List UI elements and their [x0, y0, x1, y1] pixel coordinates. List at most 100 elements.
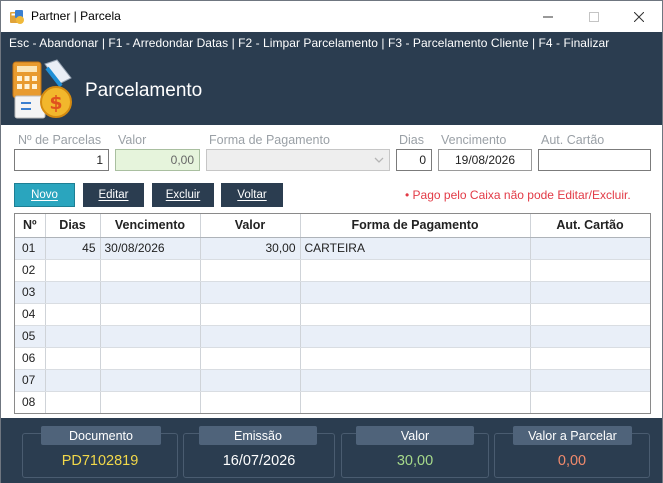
dias-value: 0 — [419, 153, 426, 167]
table-row[interactable]: 01 45 30/08/2026 30,00 CARTEIRA — [15, 237, 650, 260]
cell-vencimento — [100, 325, 201, 348]
chevron-down-icon — [374, 157, 384, 163]
screen-title: Parcelamento — [85, 80, 203, 101]
table-row[interactable]: 02 — [15, 259, 650, 282]
cell-vencimento: 30/08/2026 — [100, 237, 201, 260]
cell-numero: 08 — [15, 391, 46, 413]
column-header-aut-cartao[interactable]: Aut. Cartão — [530, 214, 650, 238]
cell-vencimento — [100, 259, 201, 282]
cell-dias — [45, 281, 101, 304]
cell-vencimento — [100, 281, 201, 304]
cell-aut-cartao — [530, 259, 650, 282]
emissao-value: 16/07/2026 — [222, 453, 296, 469]
voltar-button[interactable]: Voltar — [221, 183, 283, 207]
cell-vencimento — [100, 347, 201, 370]
table-row[interactable]: 04 — [15, 303, 650, 326]
cell-forma-pagamento: CARTEIRA — [300, 237, 531, 260]
column-header-vencimento[interactable]: Vencimento — [100, 214, 201, 238]
column-header-valor[interactable]: Valor — [200, 214, 301, 238]
dias-label: Dias — [399, 133, 425, 147]
vencimento-input[interactable]: 19/08/2026 — [438, 149, 532, 171]
dias-input[interactable]: 0 — [396, 149, 432, 171]
valor-total-value: 30,00 — [396, 453, 434, 469]
cell-numero: 03 — [15, 281, 46, 304]
cell-aut-cartao — [530, 237, 650, 260]
table-row[interactable]: 08 — [15, 391, 650, 413]
cell-vencimento — [100, 391, 201, 413]
column-header-forma-pagamento[interactable]: Forma de Pagamento — [300, 214, 531, 238]
documento-label: Documento — [41, 426, 161, 445]
aut-cartao-input[interactable] — [538, 149, 651, 171]
cell-vencimento — [100, 369, 201, 392]
cell-valor: 30,00 — [200, 237, 301, 260]
cell-numero: 07 — [15, 369, 46, 392]
valor-label: Valor — [118, 133, 147, 147]
title-bar: Partner | Parcela — [1, 1, 662, 32]
cell-forma-pagamento — [300, 303, 531, 326]
maximize-icon — [589, 11, 599, 22]
cell-aut-cartao — [530, 369, 650, 392]
maximize-button[interactable] — [571, 1, 617, 32]
valor-parcelar-value: 0,00 — [557, 453, 587, 469]
table-row[interactable]: 05 — [15, 325, 650, 348]
window-title: Partner | Parcela — [31, 9, 121, 23]
cell-dias — [45, 369, 101, 392]
cell-valor — [200, 303, 301, 326]
header-panel: Esc - Abandonar | F1 - Arredondar Datas … — [1, 32, 662, 125]
cell-forma-pagamento — [300, 369, 531, 392]
minimize-button[interactable] — [525, 1, 571, 32]
editar-button[interactable]: Editar — [83, 183, 144, 207]
novo-button[interactable]: Novo — [14, 183, 75, 207]
cell-valor — [200, 347, 301, 370]
cell-forma-pagamento — [300, 281, 531, 304]
cell-numero: 05 — [15, 325, 46, 348]
calculator-money-icon: $ — [12, 59, 72, 119]
shortcut-bar: Esc - Abandonar | F1 - Arredondar Datas … — [9, 36, 610, 50]
cell-dias — [45, 325, 101, 348]
cell-aut-cartao — [530, 391, 650, 413]
cell-dias — [45, 303, 101, 326]
parcelas-grid[interactable]: Nº Dias Vencimento Valor Forma de Pagame… — [14, 213, 651, 414]
cell-aut-cartao — [530, 325, 650, 348]
aut-cartao-label: Aut. Cartão — [541, 133, 605, 147]
emissao-label: Emissão — [199, 426, 317, 445]
table-row[interactable]: 06 — [15, 347, 650, 370]
cell-valor — [200, 369, 301, 392]
cell-aut-cartao — [530, 303, 650, 326]
forma-pagamento-select[interactable] — [206, 149, 390, 171]
column-header-numero[interactable]: Nº — [15, 214, 46, 238]
svg-text:$: $ — [49, 92, 62, 114]
excluir-button[interactable]: Excluir — [152, 183, 214, 207]
valor-parcelar-label: Valor a Parcelar — [513, 426, 632, 445]
cell-dias: 45 — [45, 237, 101, 260]
close-button[interactable] — [616, 1, 662, 32]
cell-numero: 01 — [15, 237, 46, 260]
cell-valor — [200, 259, 301, 282]
vencimento-label: Vencimento — [441, 133, 507, 147]
table-row[interactable]: 03 — [15, 281, 650, 304]
parcela-window: Partner | Parcela Esc - Abandonar | F1 -… — [0, 0, 663, 483]
parcelas-value: 1 — [96, 153, 103, 167]
cell-dias — [45, 259, 101, 282]
cell-forma-pagamento — [300, 391, 531, 413]
cell-aut-cartao — [530, 347, 650, 370]
valor-input[interactable]: 0,00 — [115, 149, 200, 171]
app-icon — [10, 10, 24, 24]
cell-forma-pagamento — [300, 259, 531, 282]
cell-dias — [45, 391, 101, 413]
table-header-row: Nº Dias Vencimento Valor Forma de Pagame… — [15, 214, 650, 238]
valor-value: 0,00 — [170, 153, 194, 167]
cell-forma-pagamento — [300, 325, 531, 348]
warning-text: • Pago pelo Caixa não pode Editar/Exclui… — [405, 188, 631, 202]
forma-pagamento-label: Forma de Pagamento — [209, 133, 330, 147]
table-row[interactable]: 07 — [15, 369, 650, 392]
column-header-dias[interactable]: Dias — [45, 214, 101, 238]
cell-valor — [200, 391, 301, 413]
cell-valor — [200, 281, 301, 304]
parcelas-input[interactable]: 1 — [14, 149, 109, 171]
cell-aut-cartao — [530, 281, 650, 304]
minimize-icon — [543, 16, 553, 17]
valor-total-label: Valor — [356, 426, 474, 445]
close-icon — [634, 11, 644, 22]
vencimento-value: 19/08/2026 — [454, 153, 516, 167]
